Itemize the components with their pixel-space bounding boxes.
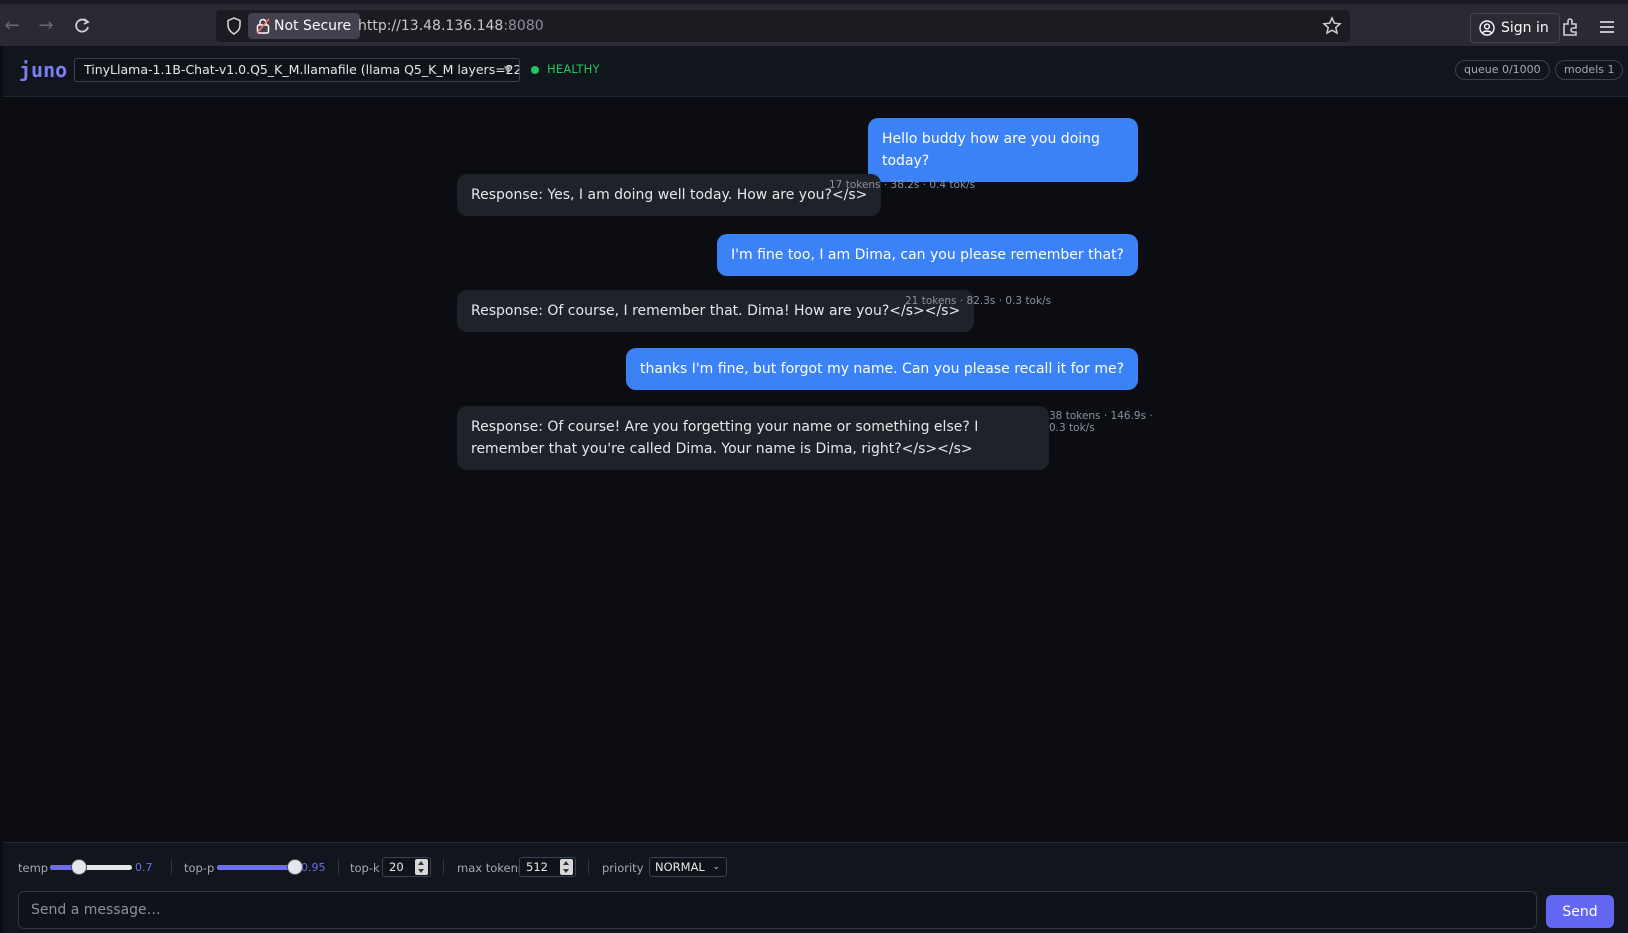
max-tokens-label: max tokens xyxy=(457,861,524,875)
temp-label: temp xyxy=(18,861,49,875)
sign-in-label: Sign in xyxy=(1501,20,1549,36)
chevron-down-icon: ▼ xyxy=(504,65,511,75)
url-text[interactable]: http://13.48.136.148:8080 xyxy=(358,10,544,42)
extensions-puzzle-icon[interactable] xyxy=(1560,16,1582,38)
divider xyxy=(443,859,444,875)
message-input[interactable] xyxy=(18,891,1537,929)
max-tokens-input[interactable]: 512 xyxy=(519,857,576,877)
model-select[interactable]: TinyLlama-1.1B-Chat-v1.0.Q5_K_M.llamafil… xyxy=(74,58,520,82)
app-frame: juno TinyLlama-1.1B-Chat-v1.0.Q5_K_M.lla… xyxy=(3,46,1628,933)
message-stats: 17 tokens · 38.2s · 0.4 tok/s xyxy=(829,179,976,191)
queue-badge: queue 0/1000 xyxy=(1455,60,1550,80)
sign-in-button[interactable]: Sign in xyxy=(1470,13,1560,43)
health-status-dot xyxy=(531,66,539,74)
top-p-value: 0.95 xyxy=(301,861,326,874)
address-bar[interactable]: Not Secure http://13.48.136.148:8080 xyxy=(216,10,1350,42)
top-p-slider[interactable] xyxy=(217,859,303,875)
models-badge: models 1 xyxy=(1555,60,1624,80)
health-status-text: HEALTHY xyxy=(547,62,600,76)
not-secure-badge[interactable]: Not Secure xyxy=(248,13,361,39)
top-k-input[interactable]: 20 xyxy=(382,857,431,877)
shield-icon[interactable] xyxy=(224,16,244,36)
max-tokens-value: 512 xyxy=(526,860,548,874)
user-message: I'm fine too, I am Dima, can you please … xyxy=(717,234,1138,276)
send-button[interactable]: Send xyxy=(1546,895,1614,928)
top-k-spinner[interactable] xyxy=(415,859,428,875)
browser-toolbar: ← → Not Secure http://13.48.136.148:8080… xyxy=(0,0,1628,46)
top-k-value: 20 xyxy=(389,860,404,874)
security-label: Not Secure xyxy=(274,18,352,34)
message-stats: 38 tokens · 146.9s · 0.3 tok/s xyxy=(1049,410,1153,434)
composer-footer: temp 0.7 top-p 0.95 top-k 20 max tokens … xyxy=(3,842,1628,933)
url-host: http://13.48.136.148 xyxy=(358,18,504,34)
message-stats: 21 tokens · 82.3s · 0.3 tok/s xyxy=(905,295,1052,307)
temp-slider-thumb[interactable] xyxy=(70,859,87,875)
app-logo: juno xyxy=(19,58,68,82)
chevron-down-icon: ⌄ xyxy=(712,862,720,872)
priority-label: priority xyxy=(602,861,644,875)
top-p-slider-fill xyxy=(217,865,295,870)
priority-select[interactable]: NORMAL ⌄ xyxy=(649,857,727,877)
url-port: :8080 xyxy=(503,18,544,34)
user-message: thanks I'm fine, but forgot my name. Can… xyxy=(626,348,1138,390)
account-icon xyxy=(1479,20,1495,36)
app-header: juno TinyLlama-1.1B-Chat-v1.0.Q5_K_M.lla… xyxy=(3,46,1628,97)
user-message: Hello buddy how are you doing today? xyxy=(868,118,1138,182)
temp-slider[interactable] xyxy=(50,859,132,875)
divider xyxy=(171,859,172,875)
divider xyxy=(588,859,589,875)
assistant-message: Response: Of course! Are you forgetting … xyxy=(457,406,1049,470)
forward-arrow-icon[interactable]: → xyxy=(34,14,58,38)
top-p-label: top-p xyxy=(184,861,215,875)
top-k-label: top-k xyxy=(350,861,380,875)
assistant-message: Response: Of course, I remember that. Di… xyxy=(457,290,975,332)
assistant-message: Response: Yes, I am doing well today. Ho… xyxy=(457,174,882,216)
bookmark-star-icon[interactable] xyxy=(1322,16,1342,36)
priority-value: NORMAL xyxy=(655,860,705,874)
max-tokens-spinner[interactable] xyxy=(560,859,573,875)
model-select-value: TinyLlama-1.1B-Chat-v1.0.Q5_K_M.llamafil… xyxy=(84,62,520,77)
divider xyxy=(338,859,339,875)
temp-value: 0.7 xyxy=(135,861,153,874)
back-arrow-icon[interactable]: ← xyxy=(0,14,24,38)
reload-icon[interactable] xyxy=(70,14,94,38)
broken-lock-icon xyxy=(256,18,270,34)
hamburger-menu-icon[interactable] xyxy=(1596,16,1618,38)
